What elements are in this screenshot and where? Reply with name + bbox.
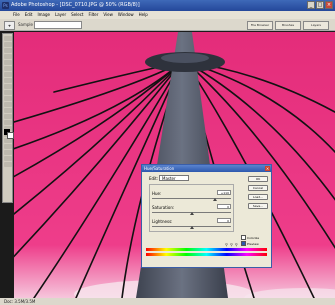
hue-slider-track[interactable] xyxy=(152,198,231,199)
dialog-title-bar: Hue/Saturation xyxy=(142,165,271,172)
preview-label: Preview xyxy=(247,241,259,246)
colorize-checkbox-box[interactable] xyxy=(241,235,246,240)
palette-well: File Browser Brushes Layers xyxy=(247,21,329,30)
load-button[interactable]: Load... xyxy=(248,194,268,200)
menu-bar: File Edit Image Layer Select Filter View… xyxy=(0,11,335,19)
colorize-checkbox[interactable]: Colorize xyxy=(241,235,259,240)
saturation-value-field[interactable]: 0 xyxy=(217,204,231,209)
minimize-button[interactable]: _ xyxy=(307,1,315,9)
brush-tool-icon[interactable] xyxy=(3,78,12,83)
notes-tool-icon[interactable] xyxy=(3,144,12,149)
window-controls: _ □ × xyxy=(307,1,333,9)
photoshop-window: Ps Adobe Photoshop - [DSC_0710.JPG @ 50%… xyxy=(0,0,335,305)
eyedropper-group: ⚲ ⚲ ⚲ xyxy=(225,242,238,247)
eyedropper-tool-icon[interactable] xyxy=(3,150,12,155)
menu-file[interactable]: File xyxy=(13,11,20,19)
path-selection-tool-icon[interactable] xyxy=(3,120,12,125)
move-tool-icon[interactable] xyxy=(3,42,12,47)
input-spectrum-bar xyxy=(146,248,267,251)
hue-row: Hue: +110 xyxy=(152,190,233,201)
background-color-swatch[interactable] xyxy=(7,132,14,139)
hand-tool-icon[interactable] xyxy=(3,156,12,161)
history-brush-tool-icon[interactable] xyxy=(3,90,12,95)
hue-label: Hue: xyxy=(152,191,162,196)
menu-edit[interactable]: Edit xyxy=(25,11,33,19)
preview-checkbox-box[interactable] xyxy=(241,241,246,246)
slider-group: Hue: +110 Saturation: 0 Lightness: 0 xyxy=(149,184,234,232)
blur-tool-icon[interactable] xyxy=(3,108,12,113)
dialog-title: Hue/Saturation xyxy=(144,166,175,171)
window-title: Adobe Photoshop - [DSC_0710.JPG @ 50% (R… xyxy=(11,2,140,8)
layers-tab[interactable]: Layers xyxy=(303,21,329,30)
sample-size-select[interactable] xyxy=(34,21,82,29)
hue-saturation-dialog: Hue/Saturation × Edit: Master Hue: +110 … xyxy=(141,164,272,268)
toolbox xyxy=(2,33,14,203)
close-button[interactable]: × xyxy=(325,1,333,9)
status-bar: Doc: 3.5M/3.5M xyxy=(0,298,335,305)
menu-window[interactable]: Window xyxy=(118,11,134,19)
lasso-tool-icon[interactable] xyxy=(3,48,12,53)
ok-button[interactable]: OK xyxy=(248,176,268,182)
menu-view[interactable]: View xyxy=(103,11,113,19)
menu-image[interactable]: Image xyxy=(37,11,50,19)
preview-checkbox[interactable]: Preview xyxy=(241,241,259,246)
eyedropper-tool-icon[interactable]: ⌖ xyxy=(4,21,15,30)
lightness-value-field[interactable]: 0 xyxy=(217,218,231,223)
eraser-tool-icon[interactable] xyxy=(3,96,12,101)
gradient-tool-icon[interactable] xyxy=(3,102,12,107)
lightness-slider-thumb[interactable] xyxy=(189,226,194,229)
cancel-button[interactable]: Cancel xyxy=(248,185,268,191)
healing-brush-tool-icon[interactable] xyxy=(3,72,12,77)
output-spectrum-bar xyxy=(146,253,267,256)
magic-wand-tool-icon[interactable] xyxy=(3,54,12,59)
marquee-tool-icon[interactable] xyxy=(3,36,12,41)
document-size: Doc: 3.5M/3.5M xyxy=(4,299,36,304)
menu-select[interactable]: Select xyxy=(71,11,83,19)
photoshop-app-icon: Ps xyxy=(2,2,9,9)
edit-select[interactable]: Master xyxy=(159,175,189,181)
dialog-buttons: OK Cancel Load... Save... xyxy=(248,176,268,209)
save-button[interactable]: Save... xyxy=(248,203,268,209)
saturation-label: Saturation: xyxy=(152,205,175,210)
lightness-row: Lightness: 0 xyxy=(152,218,233,229)
menu-filter[interactable]: Filter xyxy=(88,11,98,19)
dialog-close-button[interactable]: × xyxy=(265,166,270,171)
saturation-row: Saturation: 0 xyxy=(152,204,233,215)
brushes-tab[interactable]: Brushes xyxy=(275,21,301,30)
file-browser-tab[interactable]: File Browser xyxy=(247,21,273,30)
title-bar: Ps Adobe Photoshop - [DSC_0710.JPG @ 50%… xyxy=(0,0,335,11)
slice-tool-icon[interactable] xyxy=(3,66,12,71)
zoom-tool-icon[interactable] xyxy=(3,162,12,167)
eyedropper-icon[interactable]: ⚲ xyxy=(225,242,228,247)
colorize-label: Colorize xyxy=(247,235,260,240)
eyedropper-plus-icon[interactable]: ⚲ xyxy=(230,242,233,247)
options-bar: ⌖ Sample Size: File Browser Brushes Laye… xyxy=(0,19,335,31)
saturation-slider-thumb[interactable] xyxy=(189,212,194,215)
clone-stamp-tool-icon[interactable] xyxy=(3,84,12,89)
menu-layer[interactable]: Layer xyxy=(55,11,66,19)
lightness-label: Lightness: xyxy=(152,219,173,224)
crop-tool-icon[interactable] xyxy=(3,60,12,65)
dodge-tool-icon[interactable] xyxy=(3,114,12,119)
hue-slider-thumb[interactable] xyxy=(213,198,218,201)
eyedropper-minus-icon[interactable]: ⚲ xyxy=(235,242,238,247)
hue-value-field[interactable]: +110 xyxy=(217,190,231,195)
edit-label: Edit: xyxy=(149,176,159,181)
menu-help[interactable]: Help xyxy=(139,11,148,19)
maximize-button[interactable]: □ xyxy=(316,1,324,9)
